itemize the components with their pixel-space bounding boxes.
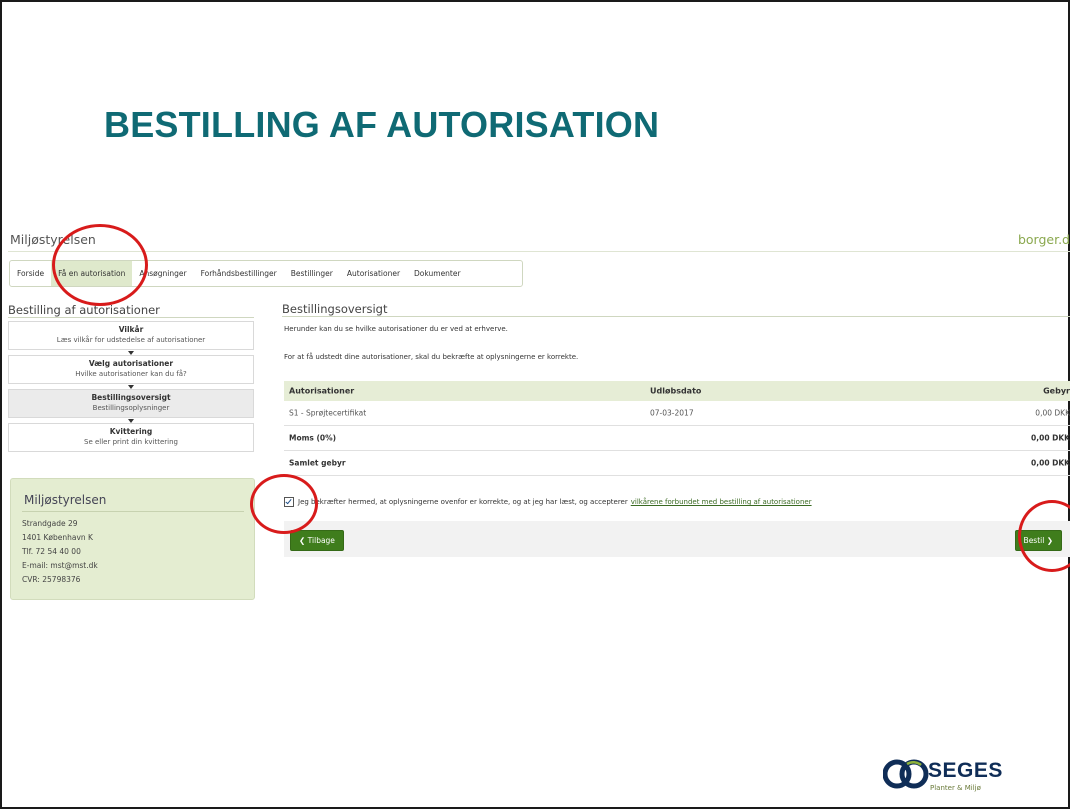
- contact-lines: Strandgade 29 1401 København K Tlf. 72 5…: [22, 517, 98, 587]
- website-screenshot: Miljøstyrelsen borger.d Forside Få en au…: [2, 224, 1070, 604]
- sidebar-divider: [8, 317, 254, 318]
- contact-street: Strandgade 29: [22, 519, 78, 528]
- contact-box: Miljøstyrelsen Strandgade 29 1401 Københ…: [10, 478, 255, 600]
- nav-dokumenter[interactable]: Dokumenter: [407, 261, 468, 286]
- step-title: Vælg autorisationer: [88, 359, 174, 368]
- step-title: Bestillingsoversigt: [91, 393, 171, 402]
- header-divider: [8, 251, 1070, 252]
- contact-city: 1401 København K: [22, 533, 93, 542]
- back-button-label: Tilbage: [307, 536, 335, 545]
- nav-autorisationer[interactable]: Autorisationer: [340, 261, 407, 286]
- col-gebyr: Gebyr: [1043, 386, 1070, 396]
- nav-forhaandsbestillinger[interactable]: Forhåndsbestillinger: [194, 261, 284, 286]
- contact-email[interactable]: E-mail: mst@mst.dk: [22, 559, 98, 573]
- sidebar-title: Bestilling af autorisationer: [8, 303, 160, 317]
- col-udloebsdato: Udløbsdato: [650, 386, 702, 396]
- step-bestillingsoversigt[interactable]: Bestillingsoversigt Bestillingsoplysning…: [8, 389, 254, 423]
- nav-forside[interactable]: Forside: [10, 261, 51, 286]
- total-value: 0,00 DKK: [1031, 458, 1070, 468]
- portal-link[interactable]: borger.d: [1018, 232, 1070, 247]
- highlight-ring-nav: [52, 224, 148, 306]
- down-arrow-icon: [128, 385, 134, 389]
- step-list: Vilkår Læs vilkår for udstedelse af auto…: [8, 321, 254, 457]
- chevron-left-icon: ❮: [299, 536, 308, 545]
- step-title: Vilkår: [118, 325, 144, 334]
- step-vaelg-autorisationer[interactable]: Vælg autorisationer Hvilke autorisatione…: [8, 355, 254, 389]
- contact-divider: [22, 511, 244, 512]
- step-subtitle: Læs vilkår for udstedelse af autorisatio…: [56, 336, 206, 344]
- slide-title: BESTILLING AF AUTORISATION: [104, 104, 660, 145]
- action-bar: ❮ Tilbage Bestil ❯: [284, 521, 1070, 557]
- logo-wordmark: SEGES: [928, 759, 1003, 782]
- order-table: Autorisationer Udløbsdato Gebyr S1 - Spr…: [284, 381, 1070, 476]
- vat-row: Moms (0%) 0,00 DKK: [284, 426, 1070, 451]
- contact-title: Miljøstyrelsen: [24, 493, 107, 507]
- step-title: Kvittering: [109, 427, 153, 436]
- step-kvittering[interactable]: Kvittering Se eller print din kvittering: [8, 423, 254, 452]
- step-vilkaar[interactable]: Vilkår Læs vilkår for udstedelse af auto…: [8, 321, 254, 355]
- consent-row: Jeg bekræfter hermed, at oplysningerne o…: [284, 497, 812, 507]
- back-button[interactable]: ❮ Tilbage: [290, 530, 344, 551]
- page-title-divider: [282, 316, 1070, 317]
- highlight-ring-checkbox: [250, 474, 318, 534]
- step-subtitle: Hvilke autorisationer kan du få?: [75, 370, 187, 378]
- seges-logo: SEGES Planter & Miljø: [883, 757, 1013, 797]
- page-title: Bestillingsoversigt: [282, 302, 388, 316]
- intro-text: Herunder kan du se hvilke autorisationer…: [284, 325, 508, 333]
- table-row: S1 - Sprøjtecertifikat 07-03-2017 0,00 D…: [284, 401, 1070, 426]
- col-autorisationer: Autorisationer: [289, 386, 355, 396]
- cell-gebyr: 0,00 DKK: [1035, 408, 1070, 418]
- nav-bestillinger[interactable]: Bestillinger: [284, 261, 340, 286]
- total-row: Samlet gebyr 0,00 DKK: [284, 451, 1070, 476]
- vat-value: 0,00 DKK: [1031, 433, 1070, 443]
- seges-logo-icon: [883, 759, 929, 789]
- cell-autorisation: S1 - Sprøjtecertifikat: [289, 408, 367, 418]
- terms-link[interactable]: vilkårene forbundet med bestilling af au…: [631, 498, 812, 506]
- consent-text: Jeg bekræfter hermed, at oplysningerne o…: [298, 498, 628, 506]
- confirm-instruction: For at få udstedt dine autorisationer, s…: [284, 353, 579, 361]
- cell-udloebsdato: 07-03-2017: [650, 408, 694, 418]
- table-header: Autorisationer Udløbsdato Gebyr: [284, 381, 1070, 401]
- down-arrow-icon: [128, 419, 134, 423]
- logo-tagline: Planter & Miljø: [930, 784, 981, 792]
- total-label: Samlet gebyr: [289, 458, 346, 468]
- vat-label: Moms (0%): [289, 433, 337, 443]
- contact-cvr: CVR: 25798376: [22, 575, 81, 584]
- step-subtitle: Se eller print din kvittering: [84, 438, 178, 446]
- step-subtitle: Bestillingsoplysninger: [92, 404, 170, 412]
- down-arrow-icon: [128, 351, 134, 355]
- contact-phone: Tlf. 72 54 40 00: [22, 547, 81, 556]
